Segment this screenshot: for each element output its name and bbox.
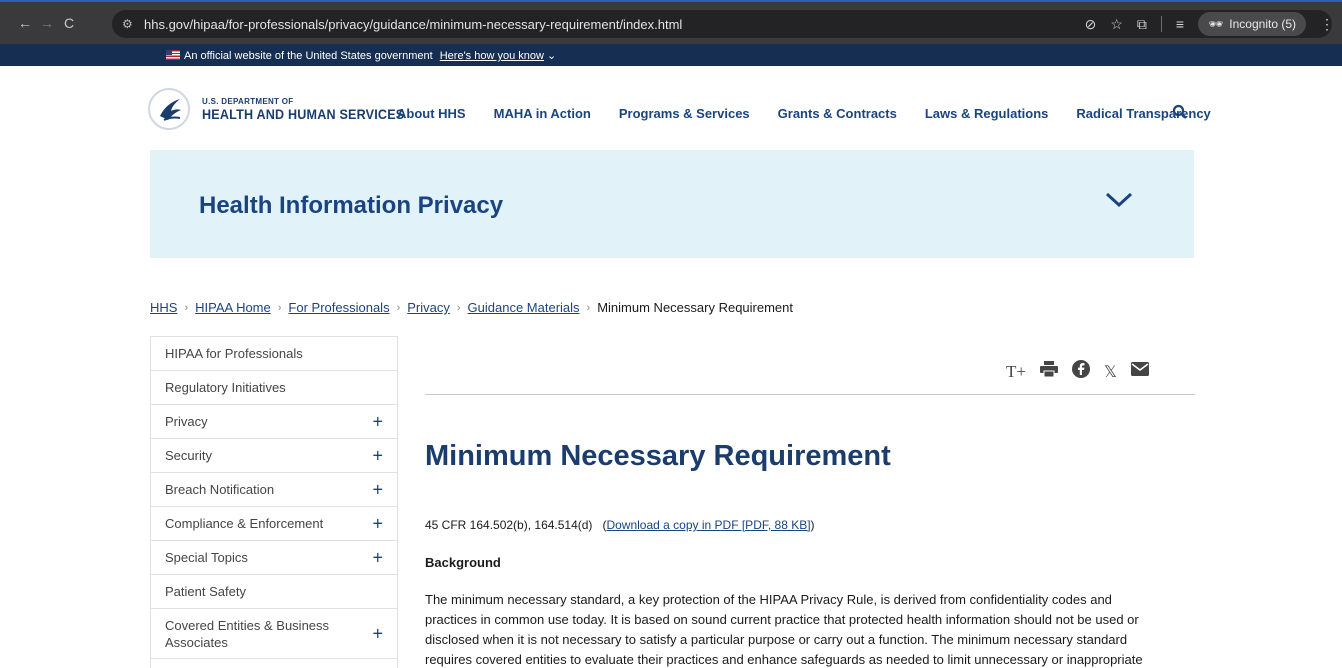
- sidebar-item-label: Breach Notification: [165, 482, 275, 497]
- breadcrumb-privacy[interactable]: Privacy: [407, 300, 450, 315]
- sidebar-item-hipaa-for-professionals[interactable]: HIPAA for Professionals: [151, 337, 397, 371]
- browser-toolbar: ← → C ⚙ hhs.gov/hipaa/for-professionals/…: [0, 0, 1342, 44]
- nav-laws-regulations[interactable]: Laws & Regulations: [925, 106, 1049, 121]
- sidebar-item-compliance-enforcement[interactable]: Compliance & Enforcement +: [151, 507, 397, 541]
- print-icon[interactable]: [1039, 361, 1058, 382]
- sidebar-item-special-topics[interactable]: Special Topics +: [151, 541, 397, 575]
- nav-grants-contracts[interactable]: Grants & Contracts: [778, 106, 897, 121]
- chevron-right-icon: ›: [184, 301, 189, 314]
- text-size-icon[interactable]: T+: [1006, 362, 1026, 382]
- url-text[interactable]: hhs.gov/hipaa/for-professionals/privacy/…: [144, 17, 682, 32]
- cfr-text: 45 CFR 164.502(b), 164.514(d): [425, 518, 593, 532]
- plus-icon[interactable]: +: [372, 513, 383, 534]
- eye-slash-icon[interactable]: ⊘: [1085, 16, 1097, 33]
- forward-icon[interactable]: →: [36, 15, 58, 31]
- sidebar-item-covered-entities[interactable]: Covered Entities & Business Associates +: [151, 609, 397, 659]
- section-title: Health Information Privacy: [199, 192, 504, 219]
- logo-subtitle: U.S. DEPARTMENT OF: [202, 96, 294, 106]
- eagle-seal-icon: [148, 88, 190, 130]
- sidebar-item-label: HIPAA for Professionals: [165, 346, 303, 361]
- site-header: U.S. DEPARTMENT OF HEALTH AND HUMAN SERV…: [0, 66, 1342, 150]
- sidebar-nav: HIPAA for Professionals Regulatory Initi…: [150, 336, 398, 668]
- chevron-right-icon: ›: [456, 301, 461, 314]
- gov-banner: An official website of the United States…: [0, 44, 1342, 66]
- reload-icon[interactable]: C: [58, 15, 80, 31]
- kebab-menu-icon[interactable]: ⋮: [1320, 16, 1334, 33]
- chevron-right-icon: ›: [586, 301, 591, 314]
- background-heading: Background: [425, 555, 501, 570]
- heres-how-you-know-link[interactable]: Here's how you know: [440, 50, 544, 62]
- plus-icon[interactable]: +: [372, 624, 383, 642]
- breadcrumb-hipaa-home[interactable]: HIPAA Home: [195, 300, 271, 315]
- sidebar-item-security[interactable]: Security +: [151, 439, 397, 473]
- site-settings-icon[interactable]: ⚙: [122, 17, 138, 31]
- us-flag-icon: [166, 50, 180, 60]
- nav-radical-transparency[interactable]: Radical Transparency: [1076, 106, 1210, 121]
- nav-programs-services[interactable]: Programs & Services: [619, 106, 750, 121]
- logo-title: HEALTH AND HUMAN SERVICES: [202, 105, 405, 122]
- sidebar-item-label: Special Topics: [165, 550, 248, 565]
- sidebar-item-label: Covered Entities & Business Associates: [165, 617, 330, 650]
- body-line: requires covered entities to evaluate th…: [425, 652, 1143, 667]
- plus-icon[interactable]: +: [372, 411, 383, 432]
- toolbar-divider: [1160, 16, 1162, 32]
- sidebar-item-partial[interactable]: [151, 659, 397, 668]
- nav-maha-in-action[interactable]: MAHA in Action: [494, 106, 591, 121]
- gov-banner-text: An official website of the United States…: [184, 50, 433, 62]
- browser-actions: ⊘ ☆ ⧉ ≡ 🕶 Incognito (5) ⋮: [1085, 10, 1334, 38]
- section-hero: Health Information Privacy: [150, 150, 1194, 258]
- hhs-logo[interactable]: U.S. DEPARTMENT OF HEALTH AND HUMAN SERV…: [148, 88, 427, 130]
- sidebar-item-privacy[interactable]: Privacy +: [151, 405, 397, 439]
- facebook-icon[interactable]: [1071, 360, 1090, 383]
- main-nav: About HHS MAHA in Action Programs & Serv…: [397, 106, 1239, 121]
- share-toolbar: T+ 𝕏: [1006, 360, 1149, 383]
- sidebar-item-label: Compliance & Enforcement: [165, 516, 324, 531]
- body-line: The minimum necessary standard, a key pr…: [425, 592, 1112, 607]
- tab-search-icon[interactable]: ⧉: [1137, 16, 1147, 33]
- sidebar-item-breach-notification[interactable]: Breach Notification +: [151, 473, 397, 507]
- back-icon[interactable]: ←: [14, 15, 36, 31]
- x-icon[interactable]: 𝕏: [1104, 362, 1117, 382]
- body-paragraph: The minimum necessary standard, a key pr…: [425, 590, 1195, 668]
- breadcrumb-for-professionals[interactable]: For Professionals: [288, 300, 389, 315]
- sidebar-item-label: Regulatory Initiatives: [165, 380, 286, 395]
- sidebar-item-regulatory-initiatives[interactable]: Regulatory Initiatives: [151, 371, 397, 405]
- sidebar-item-patient-safety[interactable]: Patient Safety: [151, 575, 397, 609]
- breadcrumb-current: Minimum Necessary Requirement: [597, 300, 793, 315]
- download-pdf-link[interactable]: Download a copy in PDF [PDF, 88 KB]: [606, 518, 810, 532]
- page-title: Minimum Necessary Requirement: [425, 440, 891, 472]
- plus-icon[interactable]: +: [372, 547, 383, 568]
- chevron-down-icon[interactable]: ⌄: [547, 50, 556, 62]
- email-icon[interactable]: [1130, 362, 1149, 381]
- plus-icon[interactable]: +: [372, 479, 383, 500]
- content-divider: [425, 394, 1195, 395]
- chevron-right-icon: ›: [277, 301, 282, 314]
- incognito-icon: 🕶: [1208, 17, 1224, 31]
- sidebar-item-label: Patient Safety: [165, 584, 246, 599]
- body-line: practices in common use today. It is bas…: [425, 612, 1139, 627]
- plus-icon[interactable]: +: [372, 445, 383, 466]
- star-icon[interactable]: ☆: [1110, 16, 1123, 33]
- reading-list-icon[interactable]: ≡: [1176, 16, 1184, 32]
- breadcrumb-hhs[interactable]: HHS: [150, 300, 177, 315]
- chevron-right-icon: ›: [396, 301, 401, 314]
- incognito-badge[interactable]: 🕶 Incognito (5): [1198, 12, 1306, 36]
- sidebar-item-label: Privacy: [165, 414, 208, 429]
- nav-about-hhs[interactable]: About HHS: [397, 106, 466, 121]
- incognito-label: Incognito (5): [1229, 17, 1296, 31]
- breadcrumb-guidance-materials[interactable]: Guidance Materials: [468, 300, 580, 315]
- cfr-reference: 45 CFR 164.502(b), 164.514(d) (Download …: [425, 518, 815, 532]
- breadcrumb: HHS › HIPAA Home › For Professionals › P…: [150, 300, 793, 315]
- search-icon[interactable]: [1172, 104, 1188, 125]
- sidebar-item-label: Security: [165, 448, 212, 463]
- chevron-down-icon[interactable]: [1104, 190, 1134, 215]
- body-line: disclosed when it is not necessary to sa…: [425, 632, 1128, 647]
